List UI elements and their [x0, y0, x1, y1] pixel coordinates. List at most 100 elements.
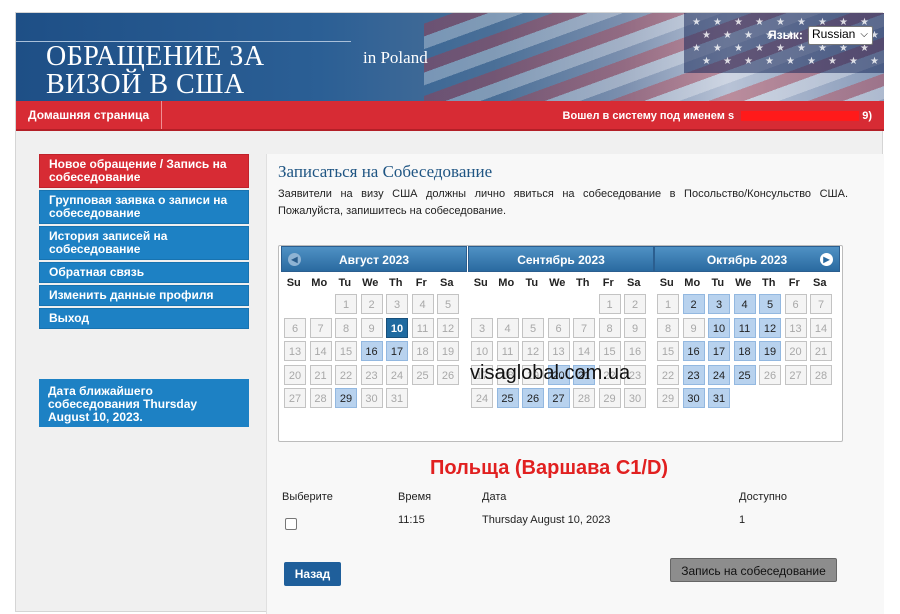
calendar-day-disabled: 12 [522, 341, 544, 361]
calendar-day-disabled: 7 [309, 317, 332, 338]
calendar-day-available[interactable]: 25 [733, 364, 756, 385]
book-appointment-button[interactable]: Запись на собеседование [670, 558, 837, 582]
calendar-day-disabled: 11 [496, 341, 519, 361]
sidebar-item-new-appointment[interactable]: Новое обращение / Запись на собеседовани… [39, 154, 249, 188]
calendar-day-available[interactable]: 11 [733, 317, 756, 338]
calendar-day-disabled: 2 [360, 294, 383, 314]
calendar-day-disabled: 10 [471, 341, 493, 361]
calendar-day-available[interactable]: 4 [733, 294, 756, 314]
calendar-day-disabled: 4 [411, 294, 434, 314]
prev-month-icon[interactable]: ◀ [288, 253, 301, 266]
calendar-day-disabled: 14 [810, 317, 832, 338]
calendar-day-available[interactable]: 25 [496, 388, 519, 408]
calendar-day-available[interactable]: 17 [708, 341, 730, 361]
calendar-day-disabled: 4 [496, 317, 519, 338]
table-row: 11:15 Thursday August 10, 2023 1 [282, 514, 872, 534]
logged-in-user-suffix: 9) [862, 110, 872, 122]
sidebar-item-feedback[interactable]: Обратная связь [39, 262, 249, 283]
calendar-day-selected[interactable]: 10 [386, 317, 408, 338]
calendar-day-available[interactable]: 24 [708, 364, 730, 385]
site-country: in Poland [363, 48, 428, 67]
site-header: ★★★★★★★★★★★★★★★★★★★★★★★★★★★★★★★★★★★★ ОБР… [16, 13, 884, 101]
star-icon: ★ [723, 56, 732, 67]
calendar-day-disabled: 20 [284, 364, 306, 385]
weekday-label: Sa [813, 277, 827, 289]
sidebar-item-history[interactable]: История записей на собеседование [39, 226, 249, 260]
calendar-day-available[interactable]: 19 [759, 341, 781, 361]
calendar-day-available[interactable]: 3 [708, 294, 730, 314]
star-icon: ★ [713, 43, 722, 54]
star-icon: ★ [713, 17, 722, 28]
calendar-day-disabled: 9 [360, 317, 383, 338]
home-link[interactable]: Домашняя страница [16, 101, 163, 129]
col-available: Доступно [739, 491, 788, 503]
calendar-day-disabled: 16 [624, 341, 646, 361]
star-icon: ★ [765, 56, 774, 67]
star-icon: ★ [692, 17, 701, 28]
weekday-label: Sa [440, 277, 454, 289]
day-grid: 1 2 3 4 5 6 7 8 9 10 11 12 13 14 15 16 17 18 19 20 21 22 23 24 2… [654, 294, 840, 412]
star-icon: ★ [744, 30, 753, 41]
calendar-day-available[interactable]: 17 [386, 341, 408, 361]
weekday-label: Mo [684, 277, 701, 289]
calendar-day-disabled: 5 [437, 294, 459, 314]
calendar-day-available[interactable]: 2 [682, 294, 705, 314]
calendar-day-available[interactable]: 10 [708, 317, 730, 338]
star-icon: ★ [797, 17, 806, 28]
calendar-day-disabled: 3 [386, 294, 408, 314]
calendar-day-available[interactable]: 16 [682, 341, 705, 361]
sidebar-item-group-appointment[interactable]: Групповая заявка о записи на собеседован… [39, 190, 249, 224]
calendar-day-disabled: 24 [386, 364, 408, 385]
calendar-day-available[interactable]: 31 [708, 388, 730, 408]
calendar-day-available[interactable]: 29 [335, 388, 357, 408]
calendar-day-disabled: 9 [682, 317, 705, 338]
calendar-day-available[interactable]: 18 [733, 341, 756, 361]
language-label: Язык: [768, 28, 803, 42]
back-button[interactable]: Назад [284, 562, 341, 586]
star-icon: ★ [776, 43, 785, 54]
intro-text: Заявители на визу США должны лично явить… [278, 188, 848, 217]
calendar-day-disabled: 31 [386, 388, 408, 408]
calendar-day-disabled: 13 [547, 341, 570, 361]
weekday-label: Sa [627, 277, 641, 289]
calendar-day-disabled: 28 [810, 364, 832, 385]
logged-in-status: Вошел в систему под именем s 9) [563, 110, 872, 122]
calendar-day-disabled: 14 [573, 341, 595, 361]
calendar-day-disabled: 29 [657, 388, 679, 408]
calendar-day-disabled: 11 [411, 317, 434, 338]
calendar-day-disabled: 26 [437, 364, 459, 385]
calendar-day-available[interactable]: 26 [522, 388, 544, 408]
calendar-day-disabled: 15 [335, 341, 357, 361]
page-frame: ★★★★★★★★★★★★★★★★★★★★★★★★★★★★★★★★★★★★ ОБР… [15, 12, 884, 614]
calendar-day-disabled: 1 [335, 294, 357, 314]
weekday-label: Su [659, 277, 674, 289]
calendar-day-disabled: 15 [598, 341, 621, 361]
language-select[interactable]: Russian ⌵ [808, 26, 873, 45]
weekday-label: Tu [338, 277, 352, 289]
slot-time: 11:15 [398, 514, 425, 526]
sidebar-item-logout[interactable]: Выход [39, 308, 249, 329]
month-label: Август 2023 [339, 253, 409, 267]
weekday-label: Fr [602, 277, 614, 289]
calendar-day-disabled: 22 [657, 364, 679, 385]
calendar-day-disabled: 7 [810, 294, 832, 314]
weekday-label: We [735, 277, 752, 289]
weekday-label: Su [473, 277, 488, 289]
star-icon: ★ [755, 43, 764, 54]
calendar-day-available[interactable]: 16 [360, 341, 383, 361]
calendar-day-available[interactable]: 30 [682, 388, 705, 408]
sidebar-item-edit-profile[interactable]: Изменить данные профиля [39, 285, 249, 306]
chevron-down-icon: ⌵ [860, 29, 868, 40]
calendar-day-disabled: 15 [657, 341, 679, 361]
next-month-icon[interactable]: ▶ [820, 253, 833, 266]
calendar-day-disabled: 8 [335, 317, 357, 338]
calendar-day-available[interactable]: 5 [759, 294, 781, 314]
calendar-day-available[interactable]: 23 [682, 364, 705, 385]
slots-table-header: Выберите Время Дата Доступно [282, 491, 872, 507]
calendar-day-available[interactable]: 27 [547, 388, 570, 408]
weekday-label: Fr [788, 277, 800, 289]
calendar-day-available[interactable]: 12 [759, 317, 781, 338]
calendar-day-disabled: 6 [284, 317, 306, 338]
weekday-label: We [362, 277, 379, 289]
slot-checkbox[interactable] [285, 518, 297, 530]
